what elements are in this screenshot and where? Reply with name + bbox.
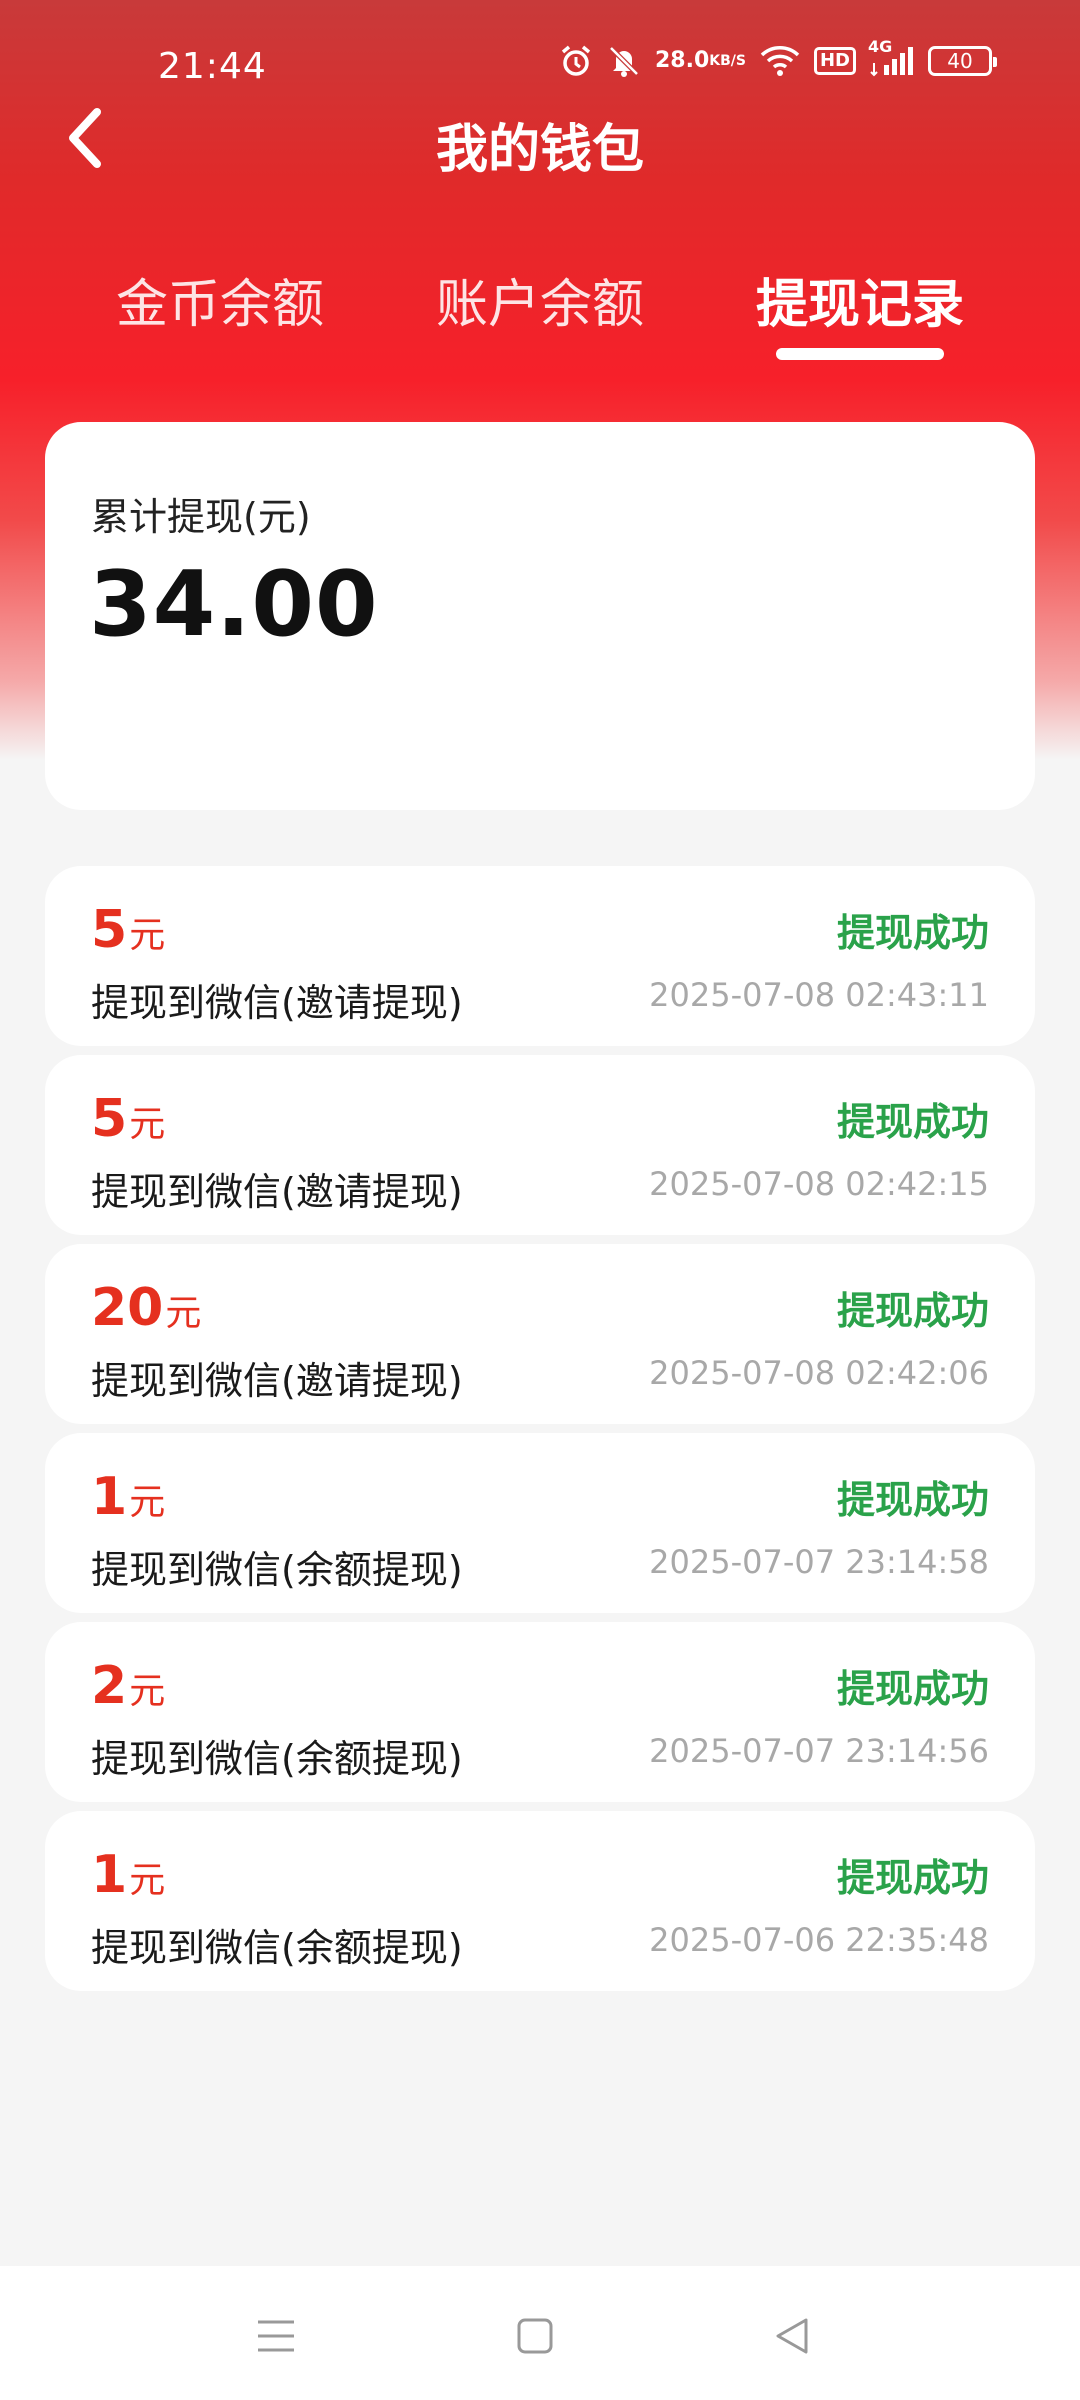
record-amount: 1元: [91, 1845, 165, 1905]
record-time: 2025-07-07 23:14:56: [649, 1732, 989, 1770]
amount-value: 1: [91, 1467, 128, 1527]
record-amount: 2元: [91, 1656, 165, 1716]
amount-value: 5: [91, 1089, 128, 1149]
battery-level: 40: [947, 49, 973, 73]
net-speed-value: 28.0: [654, 48, 710, 73]
amount-value: 2: [91, 1656, 128, 1716]
record-desc: 提现到微信(余额提现): [91, 1737, 463, 1781]
amount-value: 1: [91, 1845, 128, 1905]
record-item[interactable]: 2元 提现到微信(余额提现) 提现成功 2025-07-07 23:14:56: [45, 1622, 1035, 1802]
net-speed: 28.0 KB/S: [654, 48, 746, 73]
summary-amount: 34.00: [89, 552, 379, 657]
withdraw-record-list: 5元 提现到微信(邀请提现) 提现成功 2025-07-08 02:43:11 …: [45, 866, 1035, 2000]
amount-unit: 元: [129, 1671, 166, 1712]
amount-value: 20: [91, 1278, 164, 1338]
record-time: 2025-07-08 02:42:06: [649, 1354, 989, 1392]
amount-unit: 元: [129, 1104, 166, 1145]
active-tab-indicator: [776, 348, 944, 360]
record-status: 提现成功: [836, 911, 989, 955]
record-desc: 提现到微信(余额提现): [91, 1926, 463, 1970]
record-status: 提现成功: [836, 1289, 989, 1333]
network-type: 4G: [868, 37, 893, 56]
menu-icon: [258, 2320, 294, 2352]
record-time: 2025-07-07 23:14:58: [649, 1543, 989, 1581]
record-desc: 提现到微信(邀请提现): [91, 981, 463, 1025]
net-speed-unit: KB/S: [709, 53, 746, 69]
record-status: 提现成功: [836, 1478, 989, 1522]
record-time: 2025-07-08 02:42:15: [649, 1165, 989, 1203]
record-amount: 5元: [91, 900, 165, 960]
summary-label: 累计提现(元): [91, 495, 311, 539]
mute-icon: [607, 44, 641, 78]
record-time: 2025-07-08 02:43:11: [649, 976, 989, 1014]
record-item[interactable]: 20元 提现到微信(邀请提现) 提现成功 2025-07-08 02:42:06: [45, 1244, 1035, 1424]
record-amount: 1元: [91, 1467, 165, 1527]
home-square-icon: [517, 2318, 553, 2354]
amount-unit: 元: [129, 1482, 166, 1523]
header: 我的钱包: [0, 95, 1080, 185]
record-item[interactable]: 1元 提现到微信(余额提现) 提现成功 2025-07-07 23:14:58: [45, 1433, 1035, 1613]
system-nav-bar: [0, 2266, 1080, 2400]
back-triangle-icon: [776, 2318, 808, 2354]
record-amount: 5元: [91, 1089, 165, 1149]
record-desc: 提现到微信(邀请提现): [91, 1170, 463, 1214]
wifi-icon: [760, 45, 800, 77]
summary-card: 累计提现(元) 34.00: [45, 422, 1035, 810]
tab-bar: 金币余额 账户余额 提现记录: [0, 262, 1080, 372]
amount-unit: 元: [165, 1293, 202, 1334]
record-status: 提现成功: [836, 1100, 989, 1144]
record-item[interactable]: 5元 提现到微信(邀请提现) 提现成功 2025-07-08 02:42:15: [45, 1055, 1035, 1235]
record-item[interactable]: 5元 提现到微信(邀请提现) 提现成功 2025-07-08 02:43:11: [45, 866, 1035, 1046]
tab-coin-balance[interactable]: 金币余额: [90, 262, 350, 337]
amount-value: 5: [91, 900, 128, 960]
recent-apps-button[interactable]: [246, 2306, 306, 2366]
record-status: 提现成功: [836, 1667, 989, 1711]
record-desc: 提现到微信(邀请提现): [91, 1359, 463, 1403]
amount-unit: 元: [129, 1860, 166, 1901]
hd-badge: HD: [813, 47, 856, 75]
page-title: 我的钱包: [435, 120, 644, 180]
amount-unit: 元: [129, 915, 166, 956]
tab-withdraw-records[interactable]: 提现记录: [730, 262, 990, 337]
record-amount: 20元: [91, 1278, 201, 1338]
status-icons: 28.0 KB/S HD 4G 40: [559, 37, 997, 78]
battery-icon: 40: [928, 46, 997, 76]
back-nav-button[interactable]: [762, 2306, 822, 2366]
alarm-icon: [559, 44, 593, 78]
tab-account-balance[interactable]: 账户余额: [410, 262, 670, 337]
signal-icon: 4G: [868, 37, 914, 77]
status-time: 21:44: [158, 46, 267, 87]
record-status: 提现成功: [836, 1856, 989, 1900]
home-button[interactable]: [505, 2306, 565, 2366]
record-desc: 提现到微信(余额提现): [91, 1548, 463, 1592]
record-time: 2025-07-06 22:35:48: [649, 1921, 989, 1959]
record-item[interactable]: 1元 提现到微信(余额提现) 提现成功 2025-07-06 22:35:48: [45, 1811, 1035, 1991]
